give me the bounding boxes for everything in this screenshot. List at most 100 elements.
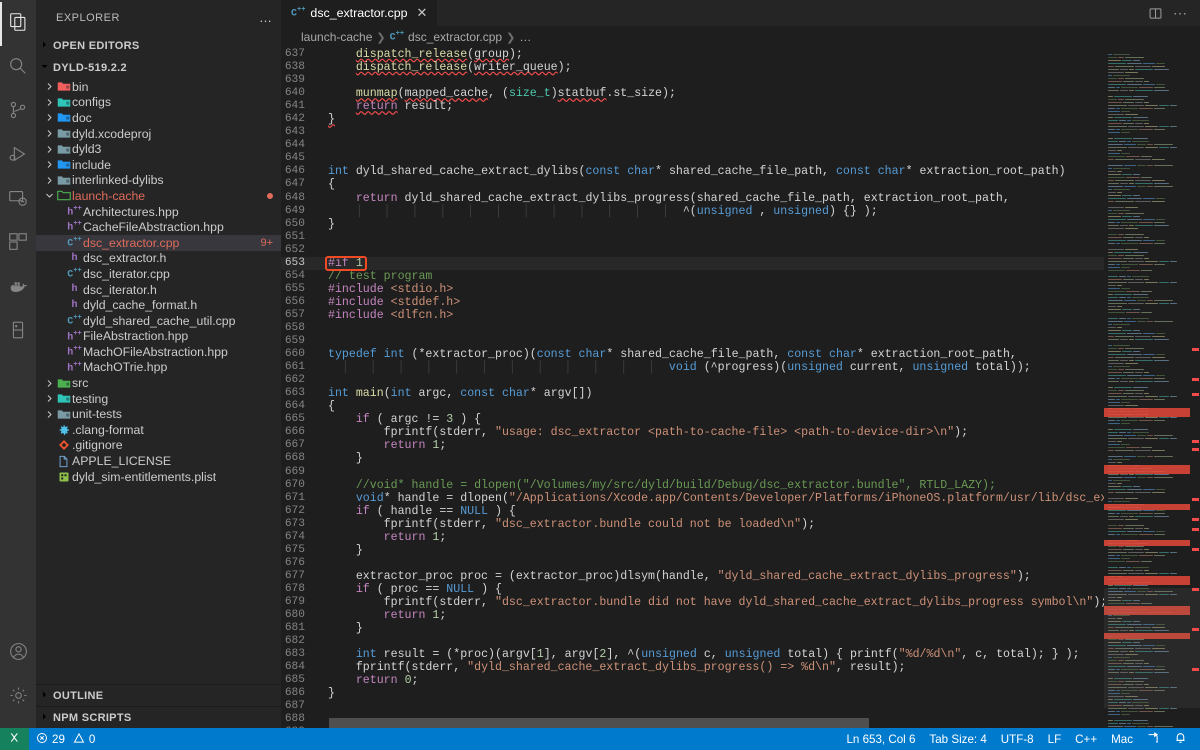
code-line[interactable]: 645 — [281, 152, 1104, 165]
chevron-right-icon[interactable] — [44, 113, 55, 122]
status-editor-position[interactable]: Ln 653, Col 6 — [839, 728, 922, 750]
code-line[interactable]: 680 return 1; — [281, 609, 1104, 622]
status-remote-indicator[interactable] — [0, 728, 29, 750]
code-line[interactable]: 685 return 0; — [281, 674, 1104, 687]
code-line[interactable]: 639 — [281, 74, 1104, 87]
split-editor-icon[interactable] — [1148, 6, 1163, 21]
code-line[interactable]: 683 int result = (*proc)(argv[1], argv[2… — [281, 648, 1104, 661]
status-notifications[interactable] — [1167, 728, 1194, 750]
code-line[interactable]: 686} — [281, 687, 1104, 700]
code-line[interactable]: 638 dispatch_release(writer_queue); — [281, 61, 1104, 74]
code-line[interactable]: 643 — [281, 126, 1104, 139]
activity-item-manage[interactable] — [0, 676, 36, 720]
code-line[interactable]: 651 — [281, 231, 1104, 244]
code-line[interactable]: 640 munmap(mapped_cache, (size_t)statbuf… — [281, 87, 1104, 100]
chevron-right-icon[interactable] — [44, 98, 55, 107]
code-line[interactable]: 644 — [281, 139, 1104, 152]
code-line[interactable]: 682 — [281, 635, 1104, 648]
status-problems[interactable]: 29 0 — [29, 728, 102, 750]
tree-folder-row[interactable]: testing — [36, 391, 281, 407]
activity-item-extensions[interactable] — [0, 222, 36, 266]
code-line[interactable]: 684 fprintf(stderr, "dyld_shared_cache_e… — [281, 661, 1104, 674]
minimap-slider[interactable] — [1104, 588, 1200, 708]
code-line[interactable]: 642} — [281, 113, 1104, 126]
sidebar-more-actions-icon[interactable]: … — [259, 10, 273, 25]
chevron-right-icon[interactable] — [44, 410, 55, 419]
chevron-right-icon[interactable] — [44, 176, 55, 185]
tree-file-row[interactable]: .clang-format — [36, 422, 281, 438]
code-line[interactable]: 648 return dyld_shared_cache_extract_dyl… — [281, 192, 1104, 205]
section-open-editors[interactable]: OPEN EDITORS — [36, 35, 281, 57]
tree-file-row[interactable]: h++ CacheFileAbstraction.hpp — [36, 219, 281, 235]
code-line[interactable]: 663 int main(int argc, const char* argv[]… — [281, 387, 1104, 400]
tree-folder-row[interactable]: dyld3 — [36, 141, 281, 157]
ellipsis-icon[interactable]: ⋯ — [1173, 6, 1188, 20]
code-line[interactable]: 655 #include <stdio.h> — [281, 283, 1104, 296]
activity-item-database[interactable] — [0, 310, 36, 354]
tree-file-row[interactable]: h++ MachOFileAbstraction.hpp — [36, 344, 281, 360]
tree-folder-row[interactable]: bin — [36, 79, 281, 95]
tree-file-row[interactable]: C++ dsc_iterator.cpp — [36, 266, 281, 282]
status-feedback[interactable] — [1140, 728, 1167, 750]
code-line[interactable]: 669 — [281, 466, 1104, 479]
tree-file-row[interactable]: .gitignore — [36, 438, 281, 454]
horizontal-scrollbar[interactable] — [329, 718, 1008, 728]
tree-file-row[interactable]: h dsc_iterator.h — [36, 282, 281, 298]
code-line[interactable]: 656 #include <stddef.h> — [281, 296, 1104, 309]
activity-item-search[interactable] — [0, 46, 36, 90]
code-line[interactable]: 681 } — [281, 622, 1104, 635]
tree-folder-row[interactable]: unit-tests — [36, 406, 281, 422]
section-outline[interactable]: OUTLINE — [36, 684, 281, 706]
activity-item-run-and-debug[interactable] — [0, 134, 36, 178]
tab-dsc-extractor-cpp[interactable]: C++ dsc_extractor.cpp ✕ — [281, 0, 439, 26]
code-line[interactable]: 662 — [281, 374, 1104, 387]
code-line[interactable]: 654 // test program — [281, 270, 1104, 283]
code-line[interactable]: 676 — [281, 557, 1104, 570]
code-line[interactable]: 659 — [281, 335, 1104, 348]
code-line[interactable]: 650} — [281, 218, 1104, 231]
chevron-right-icon[interactable] — [44, 379, 55, 388]
code-line[interactable]: 652 — [281, 244, 1104, 257]
activity-item-docker[interactable] — [0, 266, 36, 310]
activity-item-source-control[interactable] — [0, 90, 36, 134]
status-editor-language[interactable]: C++ — [1068, 728, 1104, 750]
tree-folder-row[interactable]: src — [36, 375, 281, 391]
code-line[interactable]: 649 │ │ │ │ │ │ │ │ │ │ │ │ ^(unsigned ,… — [281, 205, 1104, 218]
activity-item-remote-explorer[interactable] — [0, 178, 36, 222]
scrollbar-thumb[interactable] — [329, 718, 869, 728]
tree-file-row[interactable]: dyld_sim-entitlements.plist — [36, 469, 281, 485]
code-line[interactable]: 678 if ( proc == NULL ) { — [281, 583, 1104, 596]
breadcrumb-item-folder[interactable]: launch-cache — [301, 30, 372, 44]
activity-item-explorer[interactable] — [0, 2, 36, 46]
section-folder-root[interactable]: DYLD-519.2.2 — [36, 57, 281, 79]
activity-item-accounts[interactable] — [0, 632, 36, 676]
chevron-right-icon[interactable] — [44, 394, 55, 403]
code-viewport[interactable]: 637 dispatch_release(group); 638 dispatch… — [281, 48, 1104, 728]
minimap[interactable] — [1104, 48, 1200, 728]
code-line[interactable]: 667 return 1; — [281, 439, 1104, 452]
code-line[interactable]: 668 } — [281, 452, 1104, 465]
tree-file-row[interactable]: h dyld_cache_format.h — [36, 297, 281, 313]
code-line[interactable]: 646 int dyld_shared_cache_extract_dylibs(… — [281, 165, 1104, 178]
tree-folder-row[interactable]: dyld.xcodeproj — [36, 126, 281, 142]
code-line[interactable]: 653 #if 1 — [281, 256, 1104, 270]
tree-file-row[interactable]: h++ FileAbstraction.hpp — [36, 329, 281, 345]
code-line[interactable]: 673 fprintf(stderr, "dsc_extractor.bundl… — [281, 518, 1104, 531]
tree-folder-row[interactable]: interlinked-dylibs — [36, 173, 281, 189]
code-line[interactable]: 687 — [281, 700, 1104, 713]
code-line[interactable]: 647 { — [281, 178, 1104, 191]
code-line[interactable]: 672 if ( handle == NULL ) { — [281, 505, 1104, 518]
tree-folder-row[interactable]: doc — [36, 110, 281, 126]
code-line[interactable]: 675 } — [281, 544, 1104, 557]
code-line[interactable]: 637 dispatch_release(group); — [281, 48, 1104, 61]
chevron-down-icon[interactable] — [44, 191, 55, 200]
tree-file-row[interactable]: C++ dyld_shared_cache_util.cpp — [36, 313, 281, 329]
tree-file-row[interactable]: C++ dsc_extractor.cpp 9+ — [36, 234, 281, 251]
close-icon[interactable]: ✕ — [417, 5, 428, 21]
tree-file-row[interactable]: h++ MachOTrie.hpp — [36, 360, 281, 376]
code-line[interactable]: 660 typedef int (*extractor_proc)(const c… — [281, 348, 1104, 361]
chevron-right-icon[interactable] — [44, 129, 55, 138]
section-npm-scripts[interactable]: NPM SCRIPTS — [36, 706, 281, 728]
status-editor-eol[interactable]: LF — [1041, 728, 1069, 750]
code-line[interactable]: 658 — [281, 322, 1104, 335]
